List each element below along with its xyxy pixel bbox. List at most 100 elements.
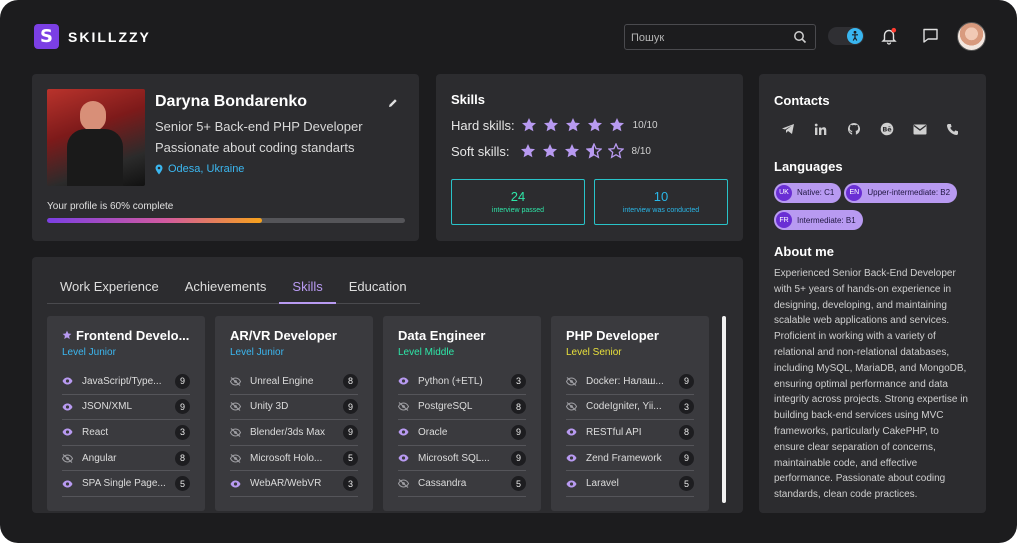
tab-achievements[interactable]: Achievements [172,279,280,304]
eye-icon[interactable] [398,428,418,436]
skill-name: JavaScript/Type... [82,375,162,387]
skill-card[interactable]: Frontend Develo... Level Junior JavaScript… [47,316,205,511]
linkedin-icon[interactable] [814,122,847,136]
language-code: EN [846,184,863,201]
accessibility-icon [847,28,863,44]
hard-skills-row: Hard skills: 10/10 [451,117,658,133]
scrollbar[interactable] [722,316,726,503]
eye-icon[interactable] [62,428,82,436]
search-input[interactable] [631,29,791,46]
eye-off-icon[interactable] [230,402,250,412]
hard-skills-label: Hard skills: [451,117,515,133]
skill-name: Laravel [586,478,619,490]
eye-off-icon[interactable] [566,402,586,412]
skill-list-item: WebAR/WebVR 3 [230,471,358,497]
skill-name: Microsoft Holo... [250,452,323,464]
stat-label: interview was conducted [622,207,700,214]
skill-card[interactable]: AR/VR Developer Level Junior Unreal Engine… [215,316,373,511]
skill-card[interactable]: PHP Developer Level Senior Docker: Налаш..… [551,316,709,511]
skill-card-title: PHP Developer [566,328,659,343]
tab-work-experience[interactable]: Work Experience [47,279,172,304]
skill-list: Unreal Engine 8 Unity 3D 9 Blender/3ds Max 9 M… [230,369,358,497]
eye-icon[interactable] [62,480,82,488]
skill-card-level: Level Junior [230,347,284,358]
skill-list-item: React 3 [62,420,190,446]
skill-list-item: Unity 3D 9 [230,395,358,421]
eye-off-icon[interactable] [230,428,250,437]
eye-icon[interactable] [398,377,418,385]
skill-name: PostgreSQL [418,401,473,413]
skill-name: React [82,426,109,438]
star-icon [565,118,580,132]
eye-icon[interactable] [566,428,586,436]
location-pin-icon [155,164,163,174]
soft-skills-stars [520,143,630,159]
skill-count-badge: 3 [343,476,358,492]
search-icon[interactable] [793,30,807,49]
eye-icon[interactable] [566,454,586,462]
skill-name: CodeIgniter, Yii... [586,401,662,413]
avatar[interactable] [957,22,986,51]
tab-education[interactable]: Education [336,279,420,304]
skill-name: SPA Single Page... [82,478,166,490]
skill-list: Python (+ETL) 3 PostgreSQL 8 Oracle 9 Microsof… [398,369,526,497]
skill-list-item: Oracle 9 [398,420,526,446]
eye-off-icon[interactable] [398,402,418,412]
skill-count-badge: 9 [679,450,694,466]
skill-name: WebAR/WebVR [250,478,322,490]
chat-icon[interactable] [922,27,939,49]
star-icon [607,143,624,159]
tab-skills[interactable]: Skills [279,279,336,304]
eye-icon[interactable] [230,480,250,488]
skill-count-badge: 8 [175,450,190,466]
contacts-card: Contacts Bē Languages UK Native: C1 EN U… [759,74,986,513]
eye-off-icon[interactable] [62,453,82,463]
eye-off-icon[interactable] [230,453,250,463]
mail-icon[interactable] [913,122,946,136]
skill-card-level: Level Junior [62,347,116,358]
accessibility-toggle[interactable] [828,27,864,45]
language-chip: EN Upper-intermediate: B2 [844,182,958,203]
profile-name: Daryna Bondarenko [155,93,308,110]
stat-interviews-conducted: 10 interview was conducted [594,179,728,225]
stat-number: 10 [653,189,669,204]
skill-card-level: Level Middle [398,347,455,358]
bell-icon[interactable] [881,27,897,50]
telegram-icon[interactable] [781,122,814,136]
language-level: Intermediate: B1 [797,215,856,225]
star-icon [542,144,557,158]
skill-name: Zend Framework [586,452,662,464]
top-bar: S SKILLZZY [0,0,1017,60]
skill-list-item: JavaScript/Type... 9 [62,369,190,395]
pencil-icon[interactable] [388,95,398,113]
language-chip: FR Intermediate: B1 [774,210,863,230]
profile-role: Senior 5+ Back-end PHP Developer [155,119,363,134]
eye-icon[interactable] [566,480,586,488]
skill-count-badge: 3 [175,424,190,440]
eye-off-icon[interactable] [398,479,418,489]
skill-card-title-text: Frontend Develo... [76,328,190,343]
skill-name: Unreal Engine [250,375,314,387]
skill-name: Python (+ETL) [418,375,483,387]
eye-icon[interactable] [62,403,82,411]
phone-icon[interactable] [946,122,979,136]
skill-list-item: Laravel 5 [566,471,694,497]
eye-icon[interactable] [62,377,82,385]
language-chips: UK Native: C1 EN Upper-intermediate: B2 … [774,181,974,236]
eye-icon[interactable] [398,454,418,462]
skill-list-item: Unreal Engine 8 [230,369,358,395]
logo-text: SKILLZZY [68,28,151,45]
logo[interactable]: S SKILLZZY [34,24,151,49]
languages-title: Languages [774,159,843,174]
skill-name: Oracle [418,426,448,438]
behance-icon[interactable]: Bē [880,122,913,136]
svg-text:Bē: Bē [882,126,892,134]
eye-off-icon[interactable] [566,376,586,386]
about-title: About me [774,244,834,259]
star-icon [520,144,535,158]
github-icon[interactable] [847,122,880,136]
skill-list-item: Microsoft Holo... 5 [230,446,358,472]
eye-off-icon[interactable] [230,376,250,386]
skill-card[interactable]: Data Engineer Level Middle Python (+ETL) 3 P… [383,316,541,511]
skill-count-badge: 9 [343,424,358,440]
